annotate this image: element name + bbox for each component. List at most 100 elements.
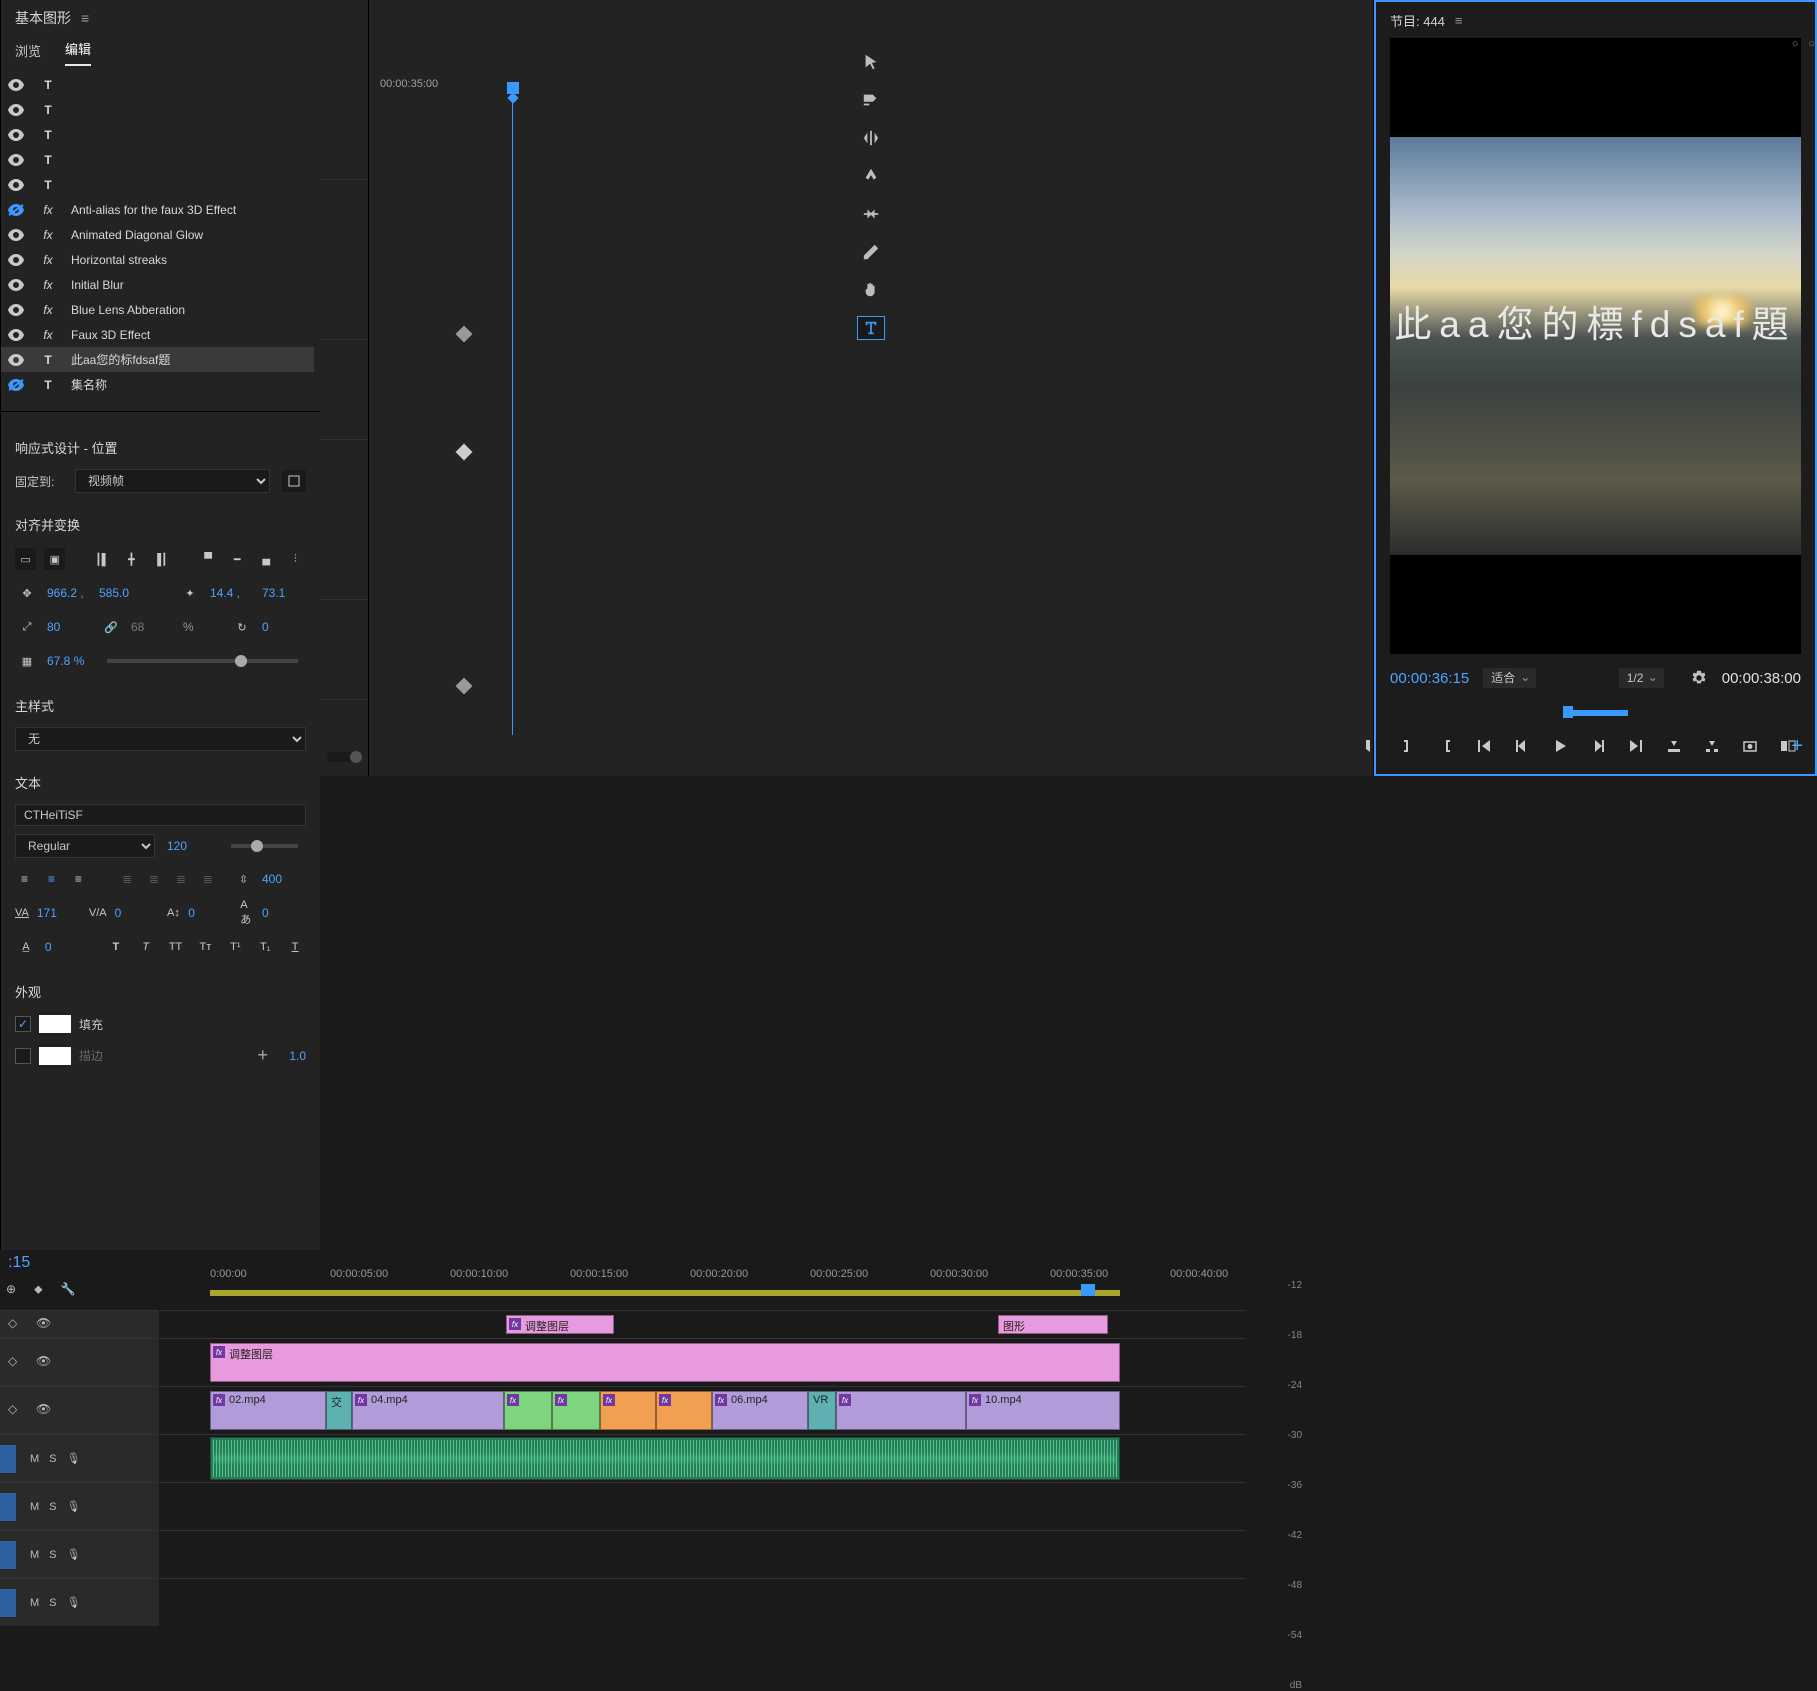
kerning-value[interactable]: 0 (115, 906, 159, 920)
font-size-slider[interactable] (231, 844, 298, 848)
baseline-shift-icon[interactable]: A↕ (167, 902, 181, 924)
font-family-input[interactable] (15, 804, 306, 826)
pin-to-select[interactable]: 视频帧 (75, 469, 270, 493)
lock-icon[interactable]: ◇ (8, 1402, 26, 1420)
snap-icon[interactable]: ⊕ (6, 1282, 16, 1297)
rotation-value[interactable]: 0 (262, 620, 306, 634)
visibility-eye-icon[interactable] (7, 304, 25, 316)
clip[interactable]: 交 (326, 1391, 352, 1430)
audio-track-4[interactable] (160, 1578, 1245, 1626)
underline-icon[interactable]: T (284, 936, 306, 958)
layer-row[interactable]: T (1, 72, 314, 97)
effect-zoom-scrollbar[interactable] (326, 752, 362, 762)
pen-tool-icon[interactable] (857, 240, 885, 264)
align-to-frame-icon[interactable]: ▭ (15, 548, 36, 570)
mute-icon[interactable]: M (30, 1549, 39, 1561)
align-bottom-icon[interactable]: ▄ (256, 548, 277, 570)
align-top-icon[interactable]: ▀ (198, 548, 219, 570)
baseline-value[interactable]: 0 (188, 906, 232, 920)
solo-icon[interactable]: S (49, 1453, 56, 1465)
effect-track-row[interactable] (320, 340, 368, 440)
extract-icon[interactable] (1704, 736, 1720, 756)
clip[interactable]: 图形 (998, 1315, 1108, 1334)
layer-row[interactable]: fxAnti-alias for the faux 3D Effect (1, 197, 314, 222)
layer-row[interactable]: T (1, 172, 314, 197)
opacity-slider[interactable] (107, 659, 298, 663)
visibility-eye-icon[interactable] (7, 329, 25, 341)
master-style-select[interactable]: 无 (15, 727, 306, 751)
resolution-select[interactable]: 1/2 (1619, 668, 1664, 688)
ripple-edit-tool-icon[interactable] (857, 126, 885, 150)
solo-icon[interactable]: S (49, 1597, 56, 1609)
current-timecode[interactable]: 00:00:36:15 (1390, 670, 1469, 687)
stroke-color-swatch[interactable] (39, 1047, 71, 1065)
all-caps-icon[interactable]: TT (165, 936, 187, 958)
pin-target-icon[interactable] (282, 470, 306, 492)
program-viewer[interactable]: 此aa您的標fdsaf題 (1390, 38, 1801, 654)
record-icon[interactable]: 🎙 (67, 1452, 81, 1465)
anchor-y[interactable]: 73.1 (262, 586, 306, 600)
visibility-eye-icon[interactable] (7, 104, 25, 116)
leading-icon[interactable]: ⇳ (233, 868, 254, 890)
stroke-checkbox[interactable] (15, 1048, 31, 1064)
track-head-a3[interactable]: MS🎙 (0, 1530, 159, 1578)
stroke-add-icon[interactable]: + (257, 1045, 268, 1066)
hand-tool-icon[interactable] (857, 278, 885, 302)
font-style-select[interactable]: Regular (15, 834, 155, 858)
visibility-eye-icon[interactable] (7, 154, 25, 166)
subscript-icon[interactable]: T₁ (254, 936, 276, 958)
clip[interactable]: fx06.mp4 (712, 1391, 808, 1430)
clip[interactable]: fx02.mp4 (210, 1391, 326, 1430)
mark-in-dot-icon[interactable]: ○ (1808, 38, 1815, 50)
mark-in-icon[interactable] (1362, 736, 1378, 756)
opacity-value[interactable]: 67.8 % (47, 654, 91, 668)
layer-row[interactable]: T此aa您的标fdsaf题 (1, 347, 314, 372)
visibility-eye-icon[interactable] (7, 379, 25, 391)
mark-out-dot-icon[interactable]: ○ (1792, 38, 1799, 50)
record-icon[interactable]: 🎙 (67, 1596, 81, 1609)
clip[interactable]: fx04.mp4 (352, 1391, 504, 1430)
align-vcenter-icon[interactable]: ━ (227, 548, 248, 570)
track-head-v2[interactable]: ◇👁 (0, 1338, 159, 1386)
text-align-left-icon[interactable]: ≡ (15, 869, 34, 889)
step-back-icon[interactable] (1514, 736, 1530, 756)
scale-link-icon[interactable]: 🔗 (99, 616, 123, 638)
effect-track-row[interactable] (320, 100, 368, 180)
lift-icon[interactable] (1666, 736, 1682, 756)
text-align-center-icon[interactable]: ≡ (42, 869, 61, 889)
go-to-in-icon[interactable] (1476, 736, 1492, 756)
clip[interactable]: fx (836, 1391, 966, 1430)
layer-row[interactable]: fxBlue Lens Abberation (1, 297, 314, 322)
clip[interactable]: VR (808, 1391, 836, 1430)
tracking-value[interactable]: 171 (37, 906, 81, 920)
scale-icon[interactable]: ⤢ (15, 616, 39, 638)
clip[interactable]: fx调整图层 (210, 1343, 1120, 1382)
faux-bold-icon[interactable]: T (105, 936, 127, 958)
step-forward-icon[interactable] (1590, 736, 1606, 756)
align-hcenter-icon[interactable]: ╋ (121, 548, 142, 570)
position-y[interactable]: 585.0 (99, 586, 143, 600)
lock-icon[interactable]: ◇ (8, 1316, 26, 1334)
rotation-icon[interactable]: ↻ (230, 616, 254, 638)
superscript-icon[interactable]: T¹ (224, 936, 246, 958)
font-size-value[interactable]: 120 (167, 839, 211, 853)
program-scrubber[interactable] (1390, 700, 1801, 728)
visibility-eye-icon[interactable] (7, 279, 25, 291)
zoom-fit-select[interactable]: 适合 (1483, 668, 1536, 688)
mute-icon[interactable]: M (30, 1453, 39, 1465)
timeline-playhead-head[interactable] (1081, 1284, 1095, 1296)
track-head-a1[interactable]: MS 🎙 (0, 1434, 159, 1482)
tsume-value[interactable]: 0 (262, 906, 306, 920)
track-head-v1[interactable]: ◇👁 (0, 1386, 159, 1434)
lock-icon[interactable]: ◇ (8, 1354, 26, 1372)
audio-track-2[interactable] (160, 1482, 1245, 1530)
layer-row[interactable]: fxFaux 3D Effect (1, 322, 314, 347)
program-menu-icon[interactable]: ≡ (1455, 13, 1463, 28)
mark-out-bracket-icon[interactable] (1400, 736, 1416, 756)
rate-stretch-tool-icon[interactable] (857, 202, 885, 226)
audio-clip[interactable] (210, 1437, 1120, 1480)
add-button-icon[interactable]: + (1791, 735, 1803, 758)
layer-row[interactable]: T (1, 147, 314, 172)
small-caps-icon[interactable]: Tᴛ (195, 936, 217, 958)
eye-icon[interactable]: 👁 (36, 1316, 54, 1334)
